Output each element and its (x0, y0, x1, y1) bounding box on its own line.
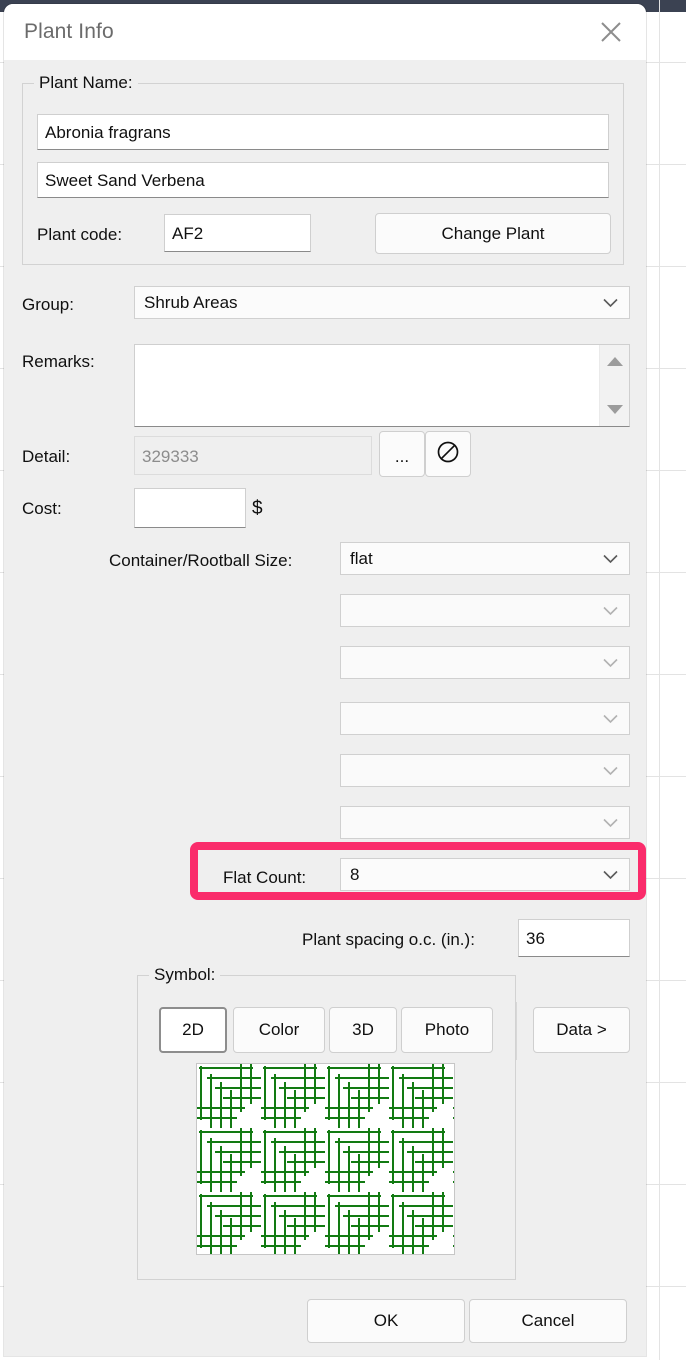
size-combobox-5[interactable] (340, 754, 630, 787)
ok-button[interactable]: OK (307, 1299, 465, 1343)
plant-name-legend: Plant Name: (34, 73, 138, 93)
chevron-down-icon (603, 714, 618, 723)
dialog-body: Plant Name: Abronia fragrans Sweet Sand … (4, 60, 646, 1356)
detail-browse-button[interactable]: ... (379, 431, 425, 477)
group-combobox-value: Shrub Areas (144, 292, 238, 312)
symbol-tab-color[interactable]: Color (233, 1007, 325, 1053)
plant-spacing-input[interactable]: 36 (518, 919, 630, 957)
size-combobox-6[interactable] (340, 806, 630, 839)
chevron-down-icon (603, 766, 618, 775)
close-icon[interactable] (590, 12, 632, 52)
detail-label: Detail: (22, 447, 71, 466)
remarks-textarea[interactable] (134, 344, 630, 427)
chevron-down-icon (603, 554, 618, 563)
symbol-tab-3d[interactable]: 3D (329, 1007, 397, 1053)
chevron-down-icon (603, 658, 618, 667)
symbol-tab-2d[interactable]: 2D (159, 1007, 227, 1053)
container-size-label: Container/Rootball Size: (109, 551, 293, 570)
size-combobox-4[interactable] (340, 702, 630, 735)
symbol-preview[interactable] (196, 1063, 455, 1255)
herringbone-pattern (197, 1064, 454, 1254)
chevron-down-icon (603, 298, 618, 307)
common-name-input[interactable]: Sweet Sand Verbena (37, 162, 609, 198)
group-combobox[interactable]: Shrub Areas (134, 286, 630, 319)
container-size-value: flat (350, 548, 373, 568)
chevron-down-icon (603, 606, 618, 615)
remarks-scrollbar[interactable] (599, 345, 629, 426)
chevron-down-icon (603, 870, 618, 879)
plant-code-input[interactable]: AF2 (164, 214, 311, 252)
symbol-legend: Symbol: (149, 965, 221, 985)
desktop-gridline (659, 0, 660, 1360)
plant-spacing-label: Plant spacing o.c. (in.): (302, 930, 475, 949)
flat-count-combobox[interactable]: 8 (340, 858, 630, 891)
symbol-tab-photo[interactable]: Photo (401, 1007, 493, 1053)
flat-count-value: 8 (350, 864, 360, 884)
change-plant-button[interactable]: Change Plant (375, 213, 611, 254)
size-combobox-3[interactable] (340, 646, 630, 679)
dialog-titlebar: Plant Info (4, 4, 646, 60)
symbol-divider (516, 1002, 517, 1060)
triangle-up-icon[interactable] (606, 357, 623, 366)
container-size-combobox[interactable]: flat (340, 542, 630, 575)
triangle-down-icon[interactable] (606, 405, 623, 414)
remarks-label: Remarks: (22, 352, 95, 371)
size-combobox-2[interactable] (340, 594, 630, 627)
prohibited-icon (436, 440, 460, 469)
cost-label: Cost: (22, 499, 62, 518)
cost-input[interactable] (134, 488, 246, 528)
botanical-name-input[interactable]: Abronia fragrans (37, 114, 609, 150)
detail-clear-button[interactable] (425, 431, 471, 477)
plant-info-dialog: Plant Info Plant Name: Abronia fragrans … (4, 4, 646, 1356)
chevron-down-icon (603, 818, 618, 827)
group-label: Group: (22, 295, 74, 314)
plant-code-label: Plant code: (37, 225, 123, 244)
symbol-data-button[interactable]: Data > (533, 1007, 630, 1053)
detail-input[interactable]: 329333 (134, 436, 372, 475)
flat-count-label: Flat Count: (223, 868, 307, 887)
page-title: Plant Info (24, 20, 114, 43)
cost-currency-symbol: $ (252, 498, 263, 519)
cancel-button[interactable]: Cancel (469, 1299, 627, 1343)
